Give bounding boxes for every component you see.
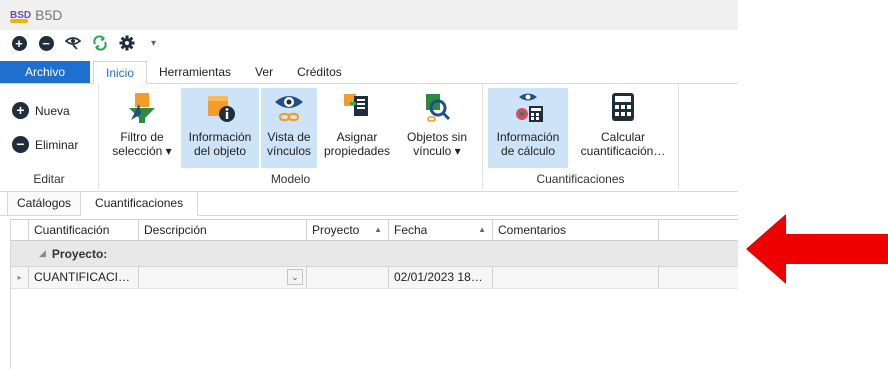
info-calc-label-1: Información [496,130,560,144]
ribbon-tabs: Archivo Inicio Herramientas Ver Créditos [0,61,738,84]
group-label-modelo: Modelo [270,172,311,186]
red-arrow-annotation [746,214,888,284]
tab-creditos[interactable]: Créditos [285,61,354,83]
group-modelo: Filtro de selección ▾ Información del ob… [99,84,483,190]
add-icon: + [12,102,29,119]
cuantificaciones-grid: Cuantificación Descripción Proyecto ▲ Fec… [10,219,738,369]
vista-vinculos-button[interactable]: Vista de vínculos [261,88,317,168]
customize-qat-dropdown[interactable]: ▾ [151,38,156,49]
app-window: BSD B5D + − ▾ Archivo Inicio Herramienta… [0,0,738,370]
col-header-descripcion[interactable]: Descripción [139,220,307,240]
ribbon: + Nueva − Eliminar Editar Filtro de sele… [0,84,738,192]
col-header-proyecto[interactable]: Proyecto ▲ [307,220,389,240]
cell-descripcion[interactable]: ⌄ [139,267,307,288]
assign-properties-icon [340,90,374,124]
eliminar-label: Eliminar [35,137,79,152]
filtro-seleccion-button[interactable]: Filtro de selección ▾ [105,88,179,168]
collapse-caret-icon[interactable]: ◢ [39,248,46,259]
filtro-label-1: Filtro de [120,130,164,144]
informacion-calculo-button[interactable]: Información de cálculo [488,88,568,168]
tab-cuantificaciones[interactable]: Cuantificaciones [80,191,199,216]
refresh-icon[interactable] [91,34,109,52]
cell-comentarios[interactable] [493,267,659,288]
app-logo: BSD [10,10,31,23]
quick-access-toolbar: + − ▾ [0,30,738,56]
gear-icon[interactable] [118,34,136,52]
objetos-sin-vinculo-button[interactable]: Objetos sin vínculo ▾ [399,88,475,168]
col-header-fecha[interactable]: Fecha ▲ [389,220,493,240]
tab-catalogos[interactable]: Catálogos [7,191,82,215]
calculation-info-icon [511,90,545,124]
asignar-label-1: Asignar [336,130,378,144]
informacion-objeto-button[interactable]: Información del objeto [181,88,259,168]
calcular-label-1: Calcular [600,130,645,144]
info-calc-label-2: de cálculo [500,144,556,158]
group-label-editar: Editar [33,172,65,186]
row-indicator-icon: ▸ [11,267,29,288]
col-header-cuantificacion[interactable]: Cuantificación [29,220,139,240]
group-editar: + Nueva − Eliminar Editar [0,84,99,190]
nueva-button[interactable]: + Nueva [12,102,70,119]
chevron-down-icon[interactable]: ⌄ [287,269,303,285]
eye-link-icon[interactable] [64,34,82,52]
tab-ver[interactable]: Ver [243,61,285,83]
tab-herramientas[interactable]: Herramientas [147,61,243,83]
eliminar-button[interactable]: − Eliminar [12,136,78,153]
nueva-label: Nueva [35,103,70,118]
sort-asc-icon: ▲ [478,225,486,234]
title-bar: BSD B5D [0,0,738,30]
group-row-proyecto[interactable]: ◢ Proyecto: [11,241,738,267]
vista-label-1: Vista de [267,130,311,144]
eye-link-icon [272,90,306,124]
filter-selection-icon [125,90,159,124]
group-cuantificaciones: Información de cálculo Calcular cuantifi… [483,84,679,190]
col-header-comentarios[interactable]: Comentarios [493,220,659,240]
group-label-cuantificaciones: Cuantificaciones [536,172,625,186]
grid-header: Cuantificación Descripción Proyecto ▲ Fec… [11,219,738,241]
document-tabs: Catálogos Cuantificaciones [0,191,738,216]
remove-icon[interactable]: − [37,34,55,52]
calcular-label-2: cuantificación… [580,144,666,158]
object-info-icon [203,90,237,124]
info-objeto-label-2: del objeto [193,144,247,158]
tab-inicio[interactable]: Inicio [93,61,148,84]
objetos-label-2: vínculo ▾ [413,144,461,158]
sort-asc-icon: ▲ [374,225,382,234]
asignar-label-2: propiedades [323,144,391,158]
tab-archivo[interactable]: Archivo [0,61,90,83]
unlinked-objects-icon [420,90,454,124]
info-objeto-label-1: Información [188,130,252,144]
cell-proyecto[interactable] [307,267,389,288]
app-title: B5D [35,7,63,23]
vista-label-2: vínculos [266,144,312,158]
cell-fecha[interactable]: 02/01/2023 18… [389,267,493,288]
group-row-label: Proyecto: [51,246,108,261]
objetos-label-1: Objetos sin [406,130,468,144]
asignar-propiedades-button[interactable]: Asignar propiedades [319,88,395,168]
filtro-label-2: selección ▾ [112,144,172,158]
table-row[interactable]: ▸ CUANTIFICACI… ⌄ 02/01/2023 18… [11,267,738,289]
add-icon[interactable]: + [10,34,28,52]
calculator-icon [606,90,640,124]
cell-cuantificacion[interactable]: CUANTIFICACI… [29,267,139,288]
calcular-cuantificacion-button[interactable]: Calcular cuantificación… [573,88,673,168]
remove-icon: − [12,136,29,153]
